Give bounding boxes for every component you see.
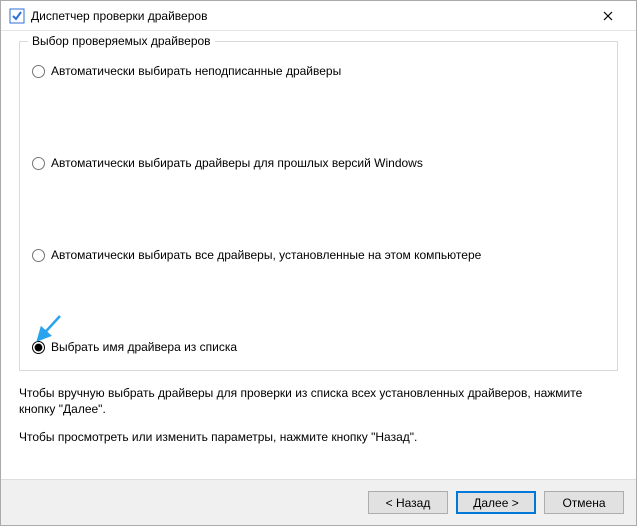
instructions-text: Чтобы вручную выбрать драйверы для прове…	[19, 385, 618, 446]
radio-label: Выбрать имя драйвера из списка	[51, 340, 237, 354]
group-legend: Выбор проверяемых драйверов	[28, 34, 215, 48]
radio-input-old-windows[interactable]	[32, 157, 45, 170]
app-icon	[9, 8, 25, 24]
radio-label: Автоматически выбирать все драйверы, уст…	[51, 248, 481, 262]
dialog-window: Диспетчер проверки драйверов Выбор прове…	[0, 0, 637, 526]
close-button[interactable]	[588, 1, 628, 31]
instruction-line-2: Чтобы просмотреть или изменить параметры…	[19, 429, 618, 445]
radio-option-from-list[interactable]: Выбрать имя драйвера из списка	[32, 340, 605, 354]
radio-label: Автоматически выбирать драйверы для прош…	[51, 156, 423, 170]
radio-label: Автоматически выбирать неподписанные дра…	[51, 64, 341, 78]
window-title: Диспетчер проверки драйверов	[31, 9, 588, 23]
radio-input-from-list[interactable]	[32, 341, 45, 354]
radio-option-unsigned[interactable]: Автоматически выбирать неподписанные дра…	[32, 64, 605, 78]
next-button[interactable]: Далее >	[456, 491, 536, 514]
radio-input-all-drivers[interactable]	[32, 249, 45, 262]
titlebar: Диспетчер проверки драйверов	[1, 1, 636, 31]
radio-option-old-windows[interactable]: Автоматически выбирать драйверы для прош…	[32, 156, 605, 170]
driver-selection-group: Выбор проверяемых драйверов Автоматическ…	[19, 41, 618, 371]
button-bar: < Назад Далее > Отмена	[1, 479, 636, 525]
cancel-button[interactable]: Отмена	[544, 491, 624, 514]
radio-option-all-drivers[interactable]: Автоматически выбирать все драйверы, уст…	[32, 248, 605, 262]
content-area: Выбор проверяемых драйверов Автоматическ…	[1, 31, 636, 479]
instruction-line-1: Чтобы вручную выбрать драйверы для прове…	[19, 385, 618, 417]
back-button[interactable]: < Назад	[368, 491, 448, 514]
radio-input-unsigned[interactable]	[32, 65, 45, 78]
close-icon	[603, 11, 613, 21]
